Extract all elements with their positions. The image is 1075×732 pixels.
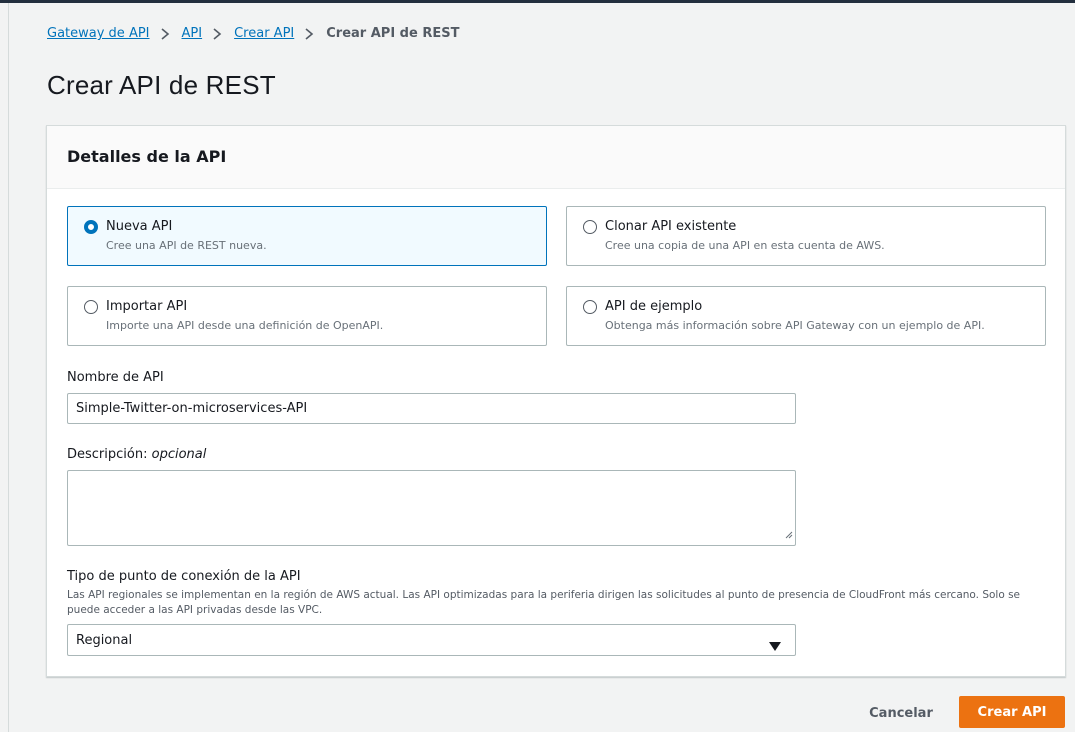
panel-title: Detalles de la API (67, 147, 227, 166)
create-api-button[interactable]: Crear API (959, 696, 1065, 728)
api-details-panel: Detalles de la API Nueva API Cree una AP… (46, 125, 1066, 677)
radio-icon[interactable] (583, 300, 597, 314)
api-name-label: Nombre de API (67, 370, 164, 385)
top-bar (0, 0, 1075, 3)
caret-down-icon (769, 636, 781, 655)
endpoint-type-value: Regional (76, 633, 133, 648)
chevron-right-icon (160, 27, 170, 40)
option-clone-api[interactable]: Clonar API existente Cree una copia de u… (566, 206, 1046, 266)
panel-header: Detalles de la API (47, 126, 1065, 189)
resize-handle-icon[interactable] (785, 524, 793, 543)
radio-icon[interactable] (84, 300, 98, 314)
description-label-text: Descripción (67, 447, 144, 462)
breadcrumb: Gateway de API API Crear API Crear API d… (47, 26, 459, 41)
option-import-api[interactable]: Importar API Importe una API desde una d… (67, 286, 547, 346)
breadcrumb-current: Crear API de REST (326, 26, 460, 41)
endpoint-type-label: Tipo de punto de conexión de la API (67, 569, 301, 584)
optional-tag: opcional (151, 447, 207, 462)
endpoint-type-select[interactable]: Regional (67, 624, 796, 656)
chevron-right-icon (304, 27, 314, 40)
option-label: Clonar API existente (605, 219, 737, 234)
option-description: Obtenga más información sobre API Gatewa… (605, 319, 985, 332)
radio-icon[interactable] (583, 220, 597, 234)
option-description: Importe una API desde una definición de … (106, 319, 384, 332)
breadcrumb-link-api[interactable]: API (182, 26, 203, 41)
description-label: Descripción: opcional (67, 447, 207, 462)
cancel-button[interactable]: Cancelar (858, 698, 944, 728)
api-name-input[interactable] (67, 393, 796, 424)
option-label: Importar API (106, 299, 188, 314)
option-label: API de ejemplo (605, 299, 703, 314)
option-description: Cree una copia de una API en esta cuenta… (605, 239, 885, 252)
radio-selected-icon[interactable] (84, 220, 98, 234)
option-description: Cree una API de REST nueva. (106, 239, 267, 252)
left-divider (8, 3, 9, 732)
option-new-api[interactable]: Nueva API Cree una API de REST nueva. (67, 206, 547, 266)
description-textarea[interactable] (67, 470, 796, 546)
endpoint-type-hint: Las API regionales se implementan en la … (67, 589, 1021, 616)
chevron-right-icon (212, 27, 222, 40)
breadcrumb-link-api-gateway[interactable]: Gateway de API (47, 26, 150, 41)
option-label: Nueva API (106, 219, 173, 234)
option-example-api[interactable]: API de ejemplo Obtenga más información s… (566, 286, 1046, 346)
page-title: Crear API de REST (47, 70, 276, 100)
breadcrumb-link-create-api[interactable]: Crear API (234, 26, 294, 41)
